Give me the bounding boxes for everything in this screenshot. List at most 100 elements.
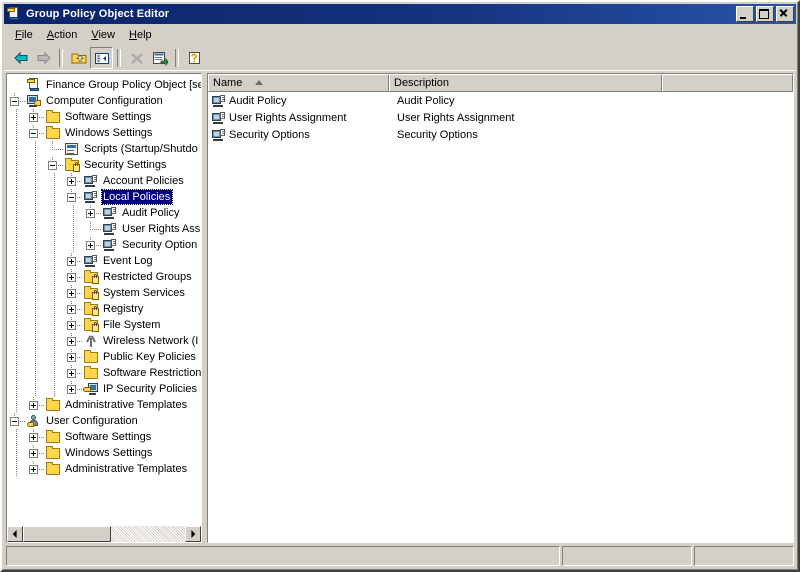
tree-node[interactable]: User Rights Ass [7,221,201,237]
details-list-pane: Name Description Audit Policy Audit Polic… [207,73,794,543]
expand-node-icon[interactable] [83,237,102,253]
tree-node[interactable]: Administrative Templates [7,461,201,477]
scroll-right-icon[interactable] [185,526,201,542]
tree-indent-guide [26,141,45,157]
menu-view[interactable]: View [84,27,122,44]
collapse-node-icon[interactable] [64,189,83,205]
tree-indent-guide [7,349,26,365]
tree-node[interactable]: Security Option [7,237,201,253]
show-hide-console-tree-button[interactable] [90,46,113,69]
tree-node-label: User Rights Ass [122,223,201,235]
tree-node[interactable]: Administrative Templates [7,397,201,413]
toolbar [4,45,796,71]
expand-node-icon[interactable] [64,349,83,365]
tree-node[interactable]: Computer Configuration [7,93,201,109]
minimize-button[interactable] [736,6,754,22]
list-row[interactable]: Security Options Security Options [208,126,793,143]
window-title: Group Policy Object Editor [26,8,170,20]
expand-node-icon[interactable] [26,445,45,461]
tree-node[interactable]: Software Restriction [7,365,201,381]
menu-help[interactable]: Help [122,27,159,44]
tree-node[interactable]: Event Log [7,253,201,269]
expand-node-icon[interactable] [64,317,83,333]
expand-node-icon[interactable] [64,301,83,317]
tree-node[interactable]: Software Settings [7,109,201,125]
tree-node[interactable]: Account Policies [7,173,201,189]
tree-node[interactable]: Windows Settings [7,445,201,461]
policy-icon [211,93,227,109]
tree-node[interactable]: Wireless Network (I [7,333,201,349]
tree-node[interactable]: Finance Group Policy Object [server [7,77,201,93]
delete-button [125,47,148,69]
expand-node-icon[interactable] [26,429,45,445]
tree-indent-guide [26,189,45,205]
expand-node-icon[interactable] [26,461,45,477]
tree-indent-guide [45,237,64,253]
expand-node-icon[interactable] [64,381,83,397]
collapse-node-icon[interactable] [7,93,26,109]
back-button[interactable] [9,47,32,69]
window-inner-frame: Group Policy Object Editor File Action V… [2,2,798,570]
toolbar-separator [59,48,63,67]
tree-node[interactable]: Windows Settings [7,125,201,141]
expand-node-icon[interactable] [64,333,83,349]
column-header-name[interactable]: Name [208,74,389,92]
menu-action[interactable]: Action [40,27,85,44]
expand-node-icon[interactable] [64,365,83,381]
tree-node[interactable]: Security Settings [7,157,201,173]
tree-indent-guide [45,381,64,397]
up-one-level-button[interactable] [67,47,90,69]
expand-node-icon[interactable] [64,269,83,285]
tree-node-label: Finance Group Policy Object [server [46,79,201,91]
folder-lock-icon [83,301,99,317]
tree-node[interactable]: Software Settings [7,429,201,445]
tree-indent-guide [7,141,26,157]
console-tree[interactable]: Finance Group Policy Object [server Compu… [7,74,201,527]
scrollbar-thumb[interactable] [23,526,111,542]
expand-node-icon[interactable] [64,285,83,301]
tree-node-label: Software Restriction [103,367,201,379]
tree-indent-guide [26,269,45,285]
tree-indent-guide [26,381,45,397]
column-header-description[interactable]: Description [389,74,662,92]
export-list-button[interactable] [148,47,171,69]
tree-horizontal-scrollbar[interactable] [7,526,201,542]
help-button[interactable] [183,47,206,69]
title-bar[interactable]: Group Policy Object Editor [4,4,796,24]
tree-indent-guide [45,189,64,205]
tree-node[interactable]: System Services [7,285,201,301]
tree-node[interactable]: Public Key Policies [7,349,201,365]
folder-icon [83,349,99,365]
tree-node[interactable]: File System [7,317,201,333]
tree-indent-guide [45,301,64,317]
tree-node[interactable]: Restricted Groups [7,269,201,285]
collapse-node-icon[interactable] [7,413,26,429]
expand-node-icon[interactable] [83,205,102,221]
expand-node-icon[interactable] [26,109,45,125]
list-row-description: Security Options [397,128,478,141]
tree-node[interactable]: Local Policies [7,189,201,205]
close-button[interactable] [776,6,794,22]
tree-node[interactable]: IP Security Policies [7,381,201,397]
scrollbar-track[interactable] [23,526,185,542]
scroll-left-icon[interactable] [7,526,23,542]
tree-node[interactable]: Scripts (Startup/Shutdo [7,141,201,157]
tree-node[interactable]: Registry [7,301,201,317]
tree-node-label: Public Key Policies [103,351,196,363]
expand-node-icon[interactable] [64,173,83,189]
tree-node[interactable]: User Configuration [7,413,201,429]
expand-node-icon[interactable] [26,397,45,413]
tree-indent-guide [7,397,26,413]
tree-node[interactable]: Audit Policy [7,205,201,221]
collapse-node-icon[interactable] [45,157,64,173]
tree-leaf-connector [45,141,64,157]
folder-lock-icon [83,269,99,285]
maximize-button[interactable] [756,6,774,22]
collapse-node-icon[interactable] [26,125,45,141]
tree-node-label: Administrative Templates [65,463,188,475]
list-row[interactable]: Audit Policy Audit Policy [208,92,793,109]
menu-file[interactable]: File [8,27,40,44]
list-row[interactable]: User Rights Assignment User Rights Assign… [208,109,793,126]
expand-node-icon[interactable] [64,253,83,269]
tree-indent-guide [64,237,83,253]
